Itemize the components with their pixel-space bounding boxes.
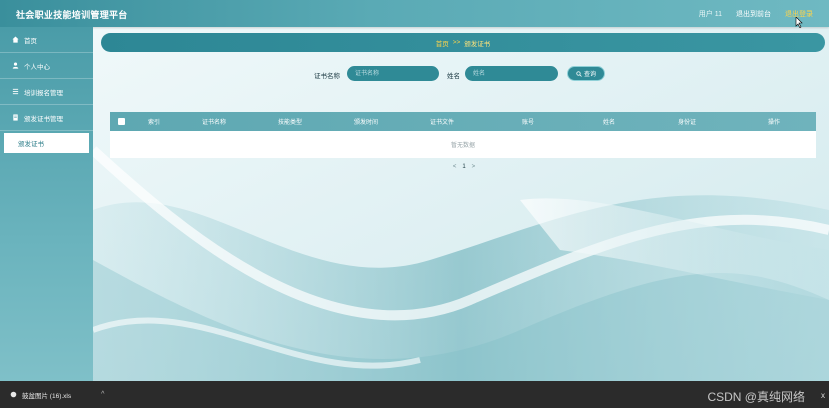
background-waves [0,0,829,408]
column-header: 姓名 [602,120,615,126]
sidebar-subitem-issue-certificate[interactable]: 颁发证书 [4,133,89,153]
breadcrumb-home[interactable]: 首页 [436,38,449,48]
search-form: 证书名称 姓名 查询 [0,66,829,82]
prev-page-button[interactable]: < [453,164,457,170]
breadcrumb-current: 颁发证书 [464,40,491,48]
sidebar-item-label: 首页 [24,37,37,45]
sidebar-item-label: 培训报名管理 [24,89,63,97]
search-icon [576,70,582,77]
app-title: 社会职业技能培训管理平台 [16,10,128,20]
top-bar: 社会职业技能培训管理平台 用户 11 退出到前台 退出登录 [0,0,829,27]
sidebar-item-training-registration[interactable]: 培训报名管理 [0,79,93,105]
close-icon[interactable]: x [821,391,825,400]
search-button-label: 查询 [583,72,596,78]
doc-icon [12,114,19,121]
empty-state: 暂无数据 [110,131,816,158]
next-page-button[interactable]: > [472,164,476,170]
name-input[interactable] [465,66,558,81]
column-header: 证书名称 [201,120,226,126]
download-item[interactable]: 鼓盆图片 (16).xls ^ [0,390,104,400]
home-icon [12,36,19,43]
table-header: 索引 证书名称 技能类型 颁发时间 证书文件 账号 姓名 身份证 操作 [110,112,816,131]
top-right-links: 用户 11 退出到前台 退出登录 [699,9,829,21]
exit-to-frontend-link[interactable]: 退出到前台 [736,9,771,21]
column-header: 证书文件 [429,120,454,126]
certificate-table: 索引 证书名称 技能类型 颁发时间 证书文件 账号 姓名 身份证 操作 暂无数据 [110,112,816,158]
column-header: 索引 [147,120,160,126]
column-header: 技能类型 [277,120,302,126]
pagination: < 1 > [446,162,482,172]
column-header: 操作 [767,120,780,126]
mouse-cursor-icon [795,17,803,28]
sidebar-item-certificate-management[interactable]: 颁发证书管理 [0,105,93,131]
page-number[interactable]: 1 [462,164,465,170]
column-header: 颁发时间 [353,120,378,126]
breadcrumb-separator: >> [452,39,461,46]
column-header: 身份证 [677,120,696,126]
column-header: 账号 [521,120,534,126]
file-icon [10,391,17,398]
search-button[interactable]: 查询 [567,66,605,81]
chevron-up-icon[interactable]: ^ [101,391,104,398]
sidebar-item-label: 颁发证书管理 [24,115,63,123]
certificate-name-input[interactable] [347,66,439,81]
current-user: 用户 11 [698,11,722,18]
certificate-name-label: 证书名称 [314,73,340,80]
watermark: CSDN @真纯网络 [707,390,805,404]
download-bar: 鼓盆图片 (16).xls ^ CSDN @真纯网络 x [0,381,829,408]
download-file-name: 鼓盆图片 (16).xls [22,392,72,400]
breadcrumb: 首页 >> 颁发证书 [101,33,825,52]
select-all-checkbox[interactable] [110,118,132,125]
sidebar-item-home[interactable]: 首页 [0,27,93,53]
name-label: 姓名 [447,73,460,80]
list-icon [12,88,19,95]
